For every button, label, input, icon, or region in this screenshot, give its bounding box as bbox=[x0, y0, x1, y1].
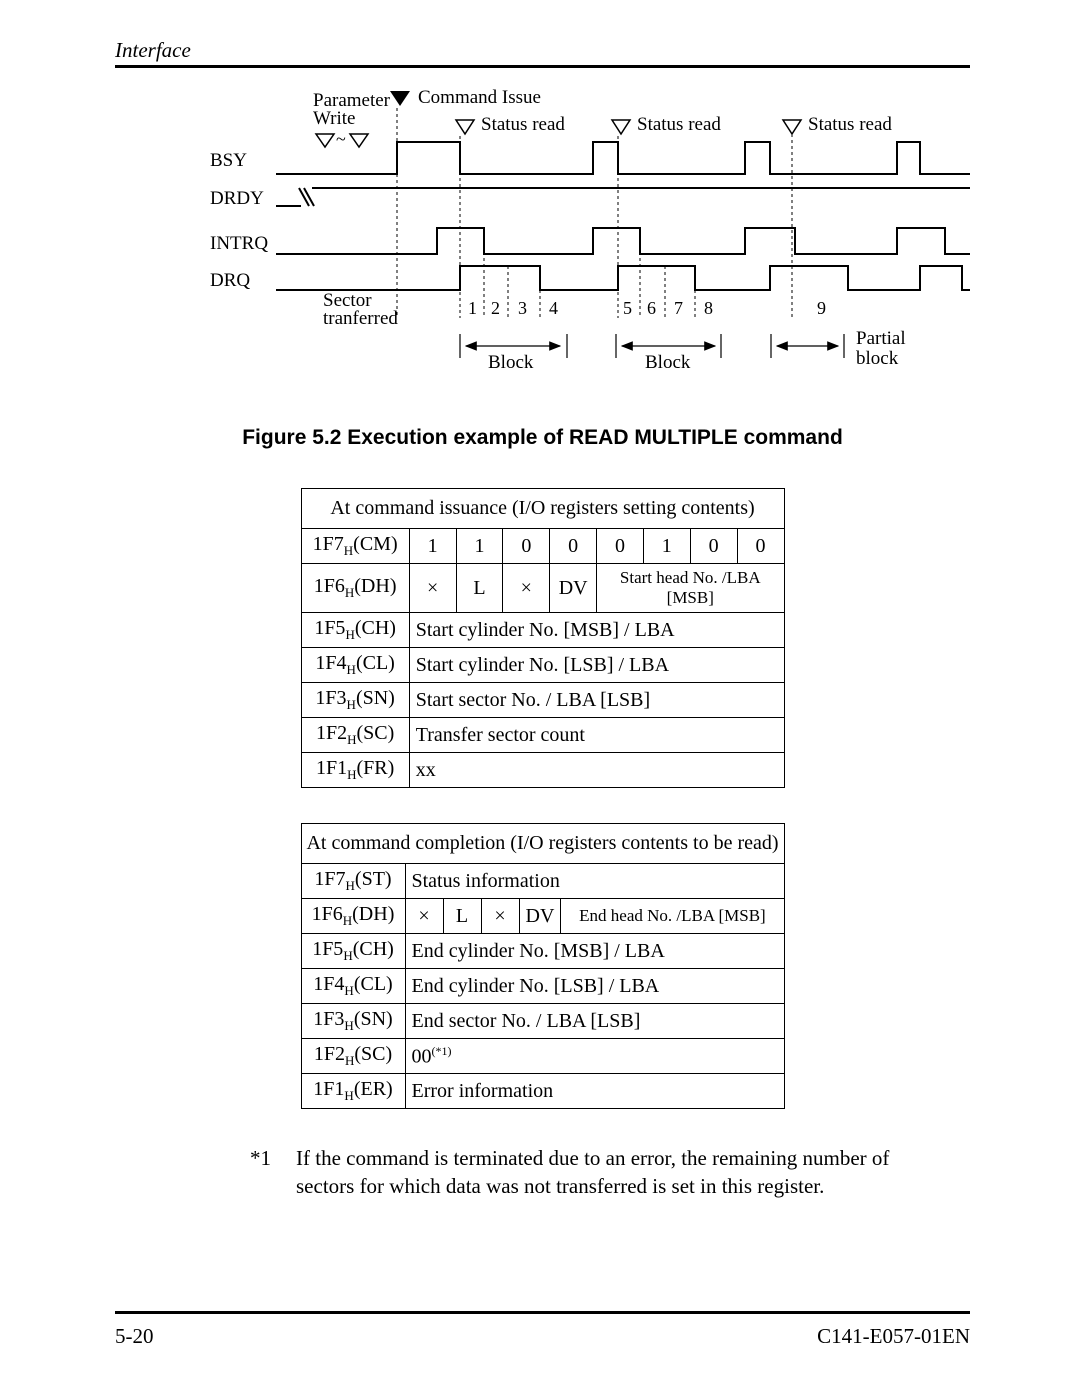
svg-text:BSY: BSY bbox=[210, 150, 247, 171]
reg-sn2: 1F3H(SN) bbox=[301, 1004, 405, 1039]
page-header: Interface bbox=[115, 38, 970, 68]
table2-title: At command completion (I/O registers con… bbox=[301, 824, 784, 864]
svg-text:4: 4 bbox=[549, 298, 558, 318]
reg-ch: 1F5H(CH) bbox=[301, 613, 409, 648]
svg-text:DRQ: DRQ bbox=[210, 270, 250, 291]
footnote-text: If the command is terminated due to an e… bbox=[296, 1144, 910, 1201]
svg-text:1: 1 bbox=[468, 298, 477, 318]
reg-cl: 1F4H(CL) bbox=[301, 648, 409, 683]
svg-text:2: 2 bbox=[491, 298, 500, 318]
svg-text:9: 9 bbox=[817, 298, 826, 318]
table1-title: At command issuance (I/O registers setti… bbox=[301, 489, 784, 529]
sector-label: tranferred bbox=[323, 308, 398, 329]
reg-sc: 1F2H(SC) bbox=[301, 718, 409, 753]
reg-ch2: 1F5H(CH) bbox=[301, 934, 405, 969]
svg-text:Partial: Partial bbox=[856, 328, 906, 349]
svg-text:Block: Block bbox=[645, 352, 691, 373]
reg-cm: 1F7H(CM) bbox=[301, 529, 409, 564]
svg-text:Block: Block bbox=[488, 352, 534, 373]
svg-text:INTRQ: INTRQ bbox=[210, 233, 268, 254]
reg-sn: 1F3H(SN) bbox=[301, 683, 409, 718]
timing-diagram-svg: .sig { fill:none; stroke:#000; stroke-wi… bbox=[200, 86, 970, 391]
svg-text:DRDY: DRDY bbox=[210, 188, 264, 209]
page-number: 5-20 bbox=[115, 1324, 154, 1349]
svg-text:6: 6 bbox=[647, 298, 656, 318]
figure-caption: Figure 5.2 Execution example of READ MUL… bbox=[115, 426, 970, 450]
svg-text:Status read: Status read bbox=[808, 114, 892, 135]
reg-cl2: 1F4H(CL) bbox=[301, 969, 405, 1004]
svg-text:5: 5 bbox=[623, 298, 632, 318]
svg-text:3: 3 bbox=[518, 298, 527, 318]
svg-text:Status read: Status read bbox=[481, 114, 565, 135]
header-label: Interface bbox=[115, 38, 970, 63]
svg-text:7: 7 bbox=[674, 298, 683, 318]
svg-text:block: block bbox=[856, 348, 899, 369]
footnote-marker: *1 bbox=[250, 1144, 296, 1201]
table-command-completion: At command completion (I/O registers con… bbox=[301, 823, 785, 1109]
reg-er: 1F1H(ER) bbox=[301, 1074, 405, 1109]
doc-id: C141-E057-01EN bbox=[817, 1324, 970, 1349]
footnote: *1 If the command is terminated due to a… bbox=[250, 1144, 910, 1201]
timing-diagram: .sig { fill:none; stroke:#000; stroke-wi… bbox=[200, 86, 960, 396]
svg-text:Status read: Status read bbox=[637, 114, 721, 135]
reg-dh: 1F6H(DH) bbox=[301, 564, 409, 613]
svg-text:~: ~ bbox=[336, 129, 346, 149]
reg-sc2: 1F2H(SC) bbox=[301, 1039, 405, 1074]
page-footer: 5-20 C141-E057-01EN bbox=[115, 1311, 970, 1349]
table-command-issuance: At command issuance (I/O registers setti… bbox=[301, 488, 785, 788]
reg-dh2: 1F6H(DH) bbox=[301, 899, 405, 934]
svg-text:Write: Write bbox=[313, 108, 356, 129]
reg-st: 1F7H(ST) bbox=[301, 864, 405, 899]
reg-fr: 1F1H(FR) bbox=[301, 753, 409, 788]
svg-text:Command Issue: Command Issue bbox=[418, 87, 541, 108]
svg-text:8: 8 bbox=[704, 298, 713, 318]
